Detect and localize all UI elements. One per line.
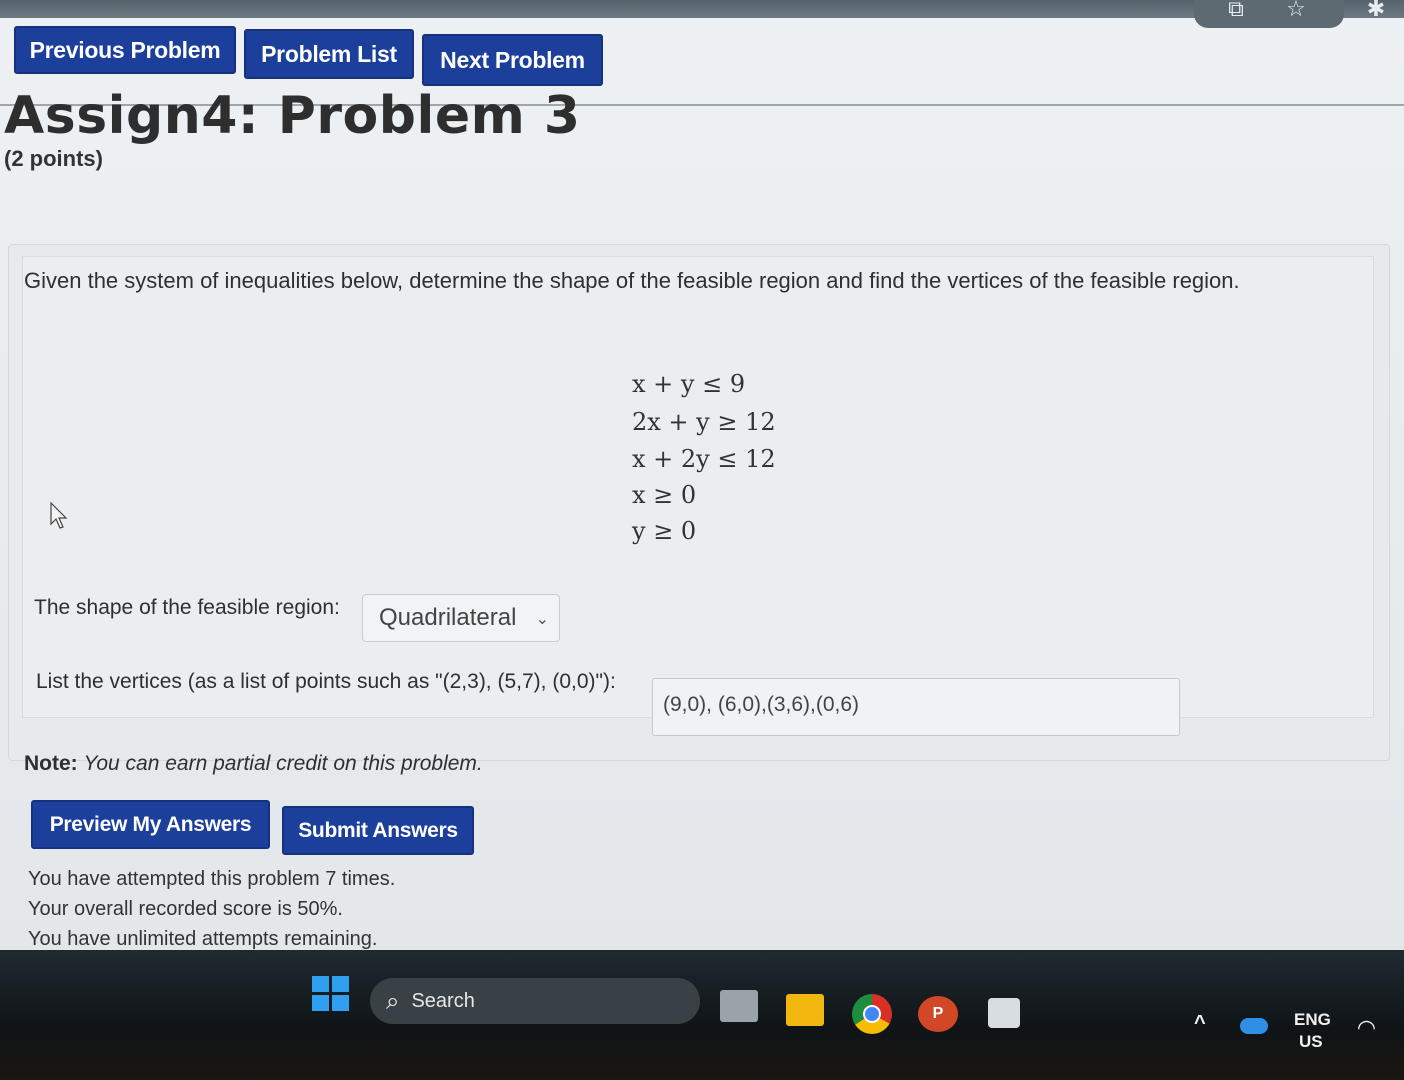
vertices-input[interactable]: (9,0), (6,0),(3,6),(0,6) — [652, 678, 1180, 736]
language-top[interactable]: ENG — [1294, 1010, 1331, 1030]
inequality-4: x ≥ 0 — [632, 481, 697, 509]
note-text: You can earn partial credit on this prob… — [83, 752, 483, 775]
chevron-down-icon: ⌄ — [535, 611, 549, 628]
shape-select[interactable]: Quadrilateral ⌄ — [362, 594, 560, 642]
windows-start-icon[interactable] — [312, 976, 350, 1012]
next-problem-button[interactable]: Next Problem — [422, 34, 603, 86]
search-placeholder: Search — [411, 989, 475, 1012]
points-label: (2 points) — [4, 146, 103, 171]
problem-body — [22, 256, 1374, 718]
powerpoint-icon[interactable]: P — [918, 996, 958, 1032]
score-text: Your overall recorded score is 50%. — [28, 898, 343, 920]
previous-problem-button[interactable]: Previous Problem — [14, 26, 236, 74]
inequality-5: y ≥ 0 — [632, 517, 697, 545]
inequality-2: 2x + y ≥ 12 — [632, 408, 776, 436]
remaining-text: You have unlimited attempts remaining. — [28, 928, 378, 950]
inequality-1: x + y ≤ 9 — [632, 370, 746, 398]
preview-answers-button[interactable]: Preview My Answers — [31, 800, 270, 849]
snipping-tool-icon[interactable] — [988, 998, 1020, 1028]
problem-prompt: Given the system of inequalities below, … — [24, 268, 1240, 293]
inequality-3: x + 2y ≤ 12 — [632, 445, 776, 473]
taskbar-search[interactable]: ⌕ Search — [370, 978, 700, 1024]
chrome-icon[interactable] — [852, 994, 892, 1034]
shape-label: The shape of the feasible region: — [34, 596, 340, 619]
vertices-label: List the vertices (as a list of points s… — [36, 670, 616, 693]
task-view-icon[interactable] — [720, 990, 758, 1022]
attempts-text: You have attempted this problem 7 times. — [28, 868, 396, 890]
problem-list-button[interactable]: Problem List — [244, 29, 414, 79]
submit-answers-button[interactable]: Submit Answers — [282, 806, 474, 855]
mouse-cursor-icon — [50, 502, 68, 529]
file-explorer-icon[interactable] — [786, 994, 824, 1026]
partial-credit-note: Note: You can earn partial credit on thi… — [24, 752, 483, 776]
note-label: Note: — [24, 752, 78, 775]
tray-chevron-up-icon[interactable]: ^ — [1194, 1012, 1206, 1035]
shape-select-value: Quadrilateral — [379, 604, 517, 631]
page-title: Assign4: Problem 3 — [4, 86, 581, 146]
onedrive-cloud-icon[interactable] — [1240, 1018, 1268, 1034]
wifi-icon[interactable]: ◠ — [1358, 1016, 1375, 1041]
language-bottom[interactable]: US — [1299, 1032, 1323, 1052]
search-icon: ⌕ — [386, 987, 400, 1015]
